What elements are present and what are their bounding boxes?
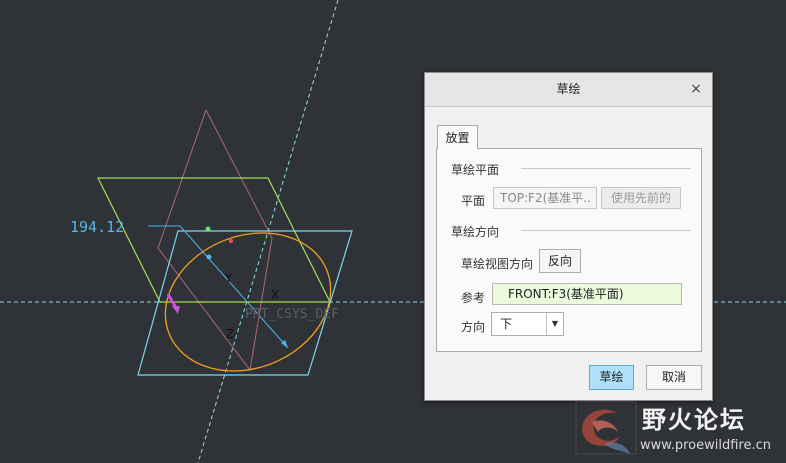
axis-label-y: Y bbox=[224, 271, 233, 285]
dimension-handle[interactable] bbox=[206, 254, 212, 260]
csys-label: PRT_CSYS_DEF bbox=[245, 307, 339, 322]
tab-placement[interactable]: 放置 bbox=[437, 125, 478, 149]
sketch-dialog: 草绘 × 放置 草绘平面 平面 TOP:F2(基准平.. 使用先前的 草绘方向 … bbox=[424, 72, 713, 401]
watermark-logo bbox=[575, 401, 637, 455]
plane-label: 平面 bbox=[461, 194, 486, 208]
sketch-orientation-group-title: 草绘方向 bbox=[451, 225, 500, 239]
drag-handle-red[interactable] bbox=[228, 238, 234, 244]
dialog-title: 草绘 bbox=[556, 82, 581, 96]
reference-label: 参考 bbox=[461, 291, 486, 305]
sketch-plane-group-title: 草绘平面 bbox=[451, 163, 500, 177]
direction-arrow-head[interactable] bbox=[172, 306, 180, 314]
direction-arrow-line bbox=[166, 293, 178, 309]
watermark-title: 野火论坛 bbox=[642, 405, 746, 434]
plane-field[interactable]: TOP:F2(基准平.. bbox=[493, 187, 597, 209]
placement-panel: 草绘平面 平面 TOP:F2(基准平.. 使用先前的 草绘方向 草绘视图方向 反… bbox=[436, 148, 702, 352]
axis-label-x: X bbox=[271, 288, 279, 302]
axis-label-z: Z bbox=[226, 327, 234, 341]
orientation-label: 方向 bbox=[461, 320, 486, 334]
sketch-plane-separator bbox=[521, 168, 691, 169]
orientation-dropdown[interactable]: 下 ▼ bbox=[491, 312, 564, 336]
chevron-down-icon[interactable]: ▼ bbox=[546, 313, 563, 335]
orientation-value: 下 bbox=[500, 317, 513, 331]
view-direction-label: 草绘视图方向 bbox=[461, 257, 534, 271]
sketch-button[interactable]: 草绘 bbox=[589, 365, 634, 390]
close-icon[interactable]: × bbox=[688, 81, 704, 97]
drag-handle-green[interactable] bbox=[205, 226, 211, 232]
flip-button[interactable]: 反向 bbox=[539, 249, 581, 273]
dimension-value[interactable]: 194.12 bbox=[70, 218, 124, 236]
use-previous-button[interactable]: 使用先前的 bbox=[601, 187, 681, 209]
sketch-orientation-separator bbox=[521, 230, 691, 231]
dialog-titlebar[interactable]: 草绘 × bbox=[425, 73, 712, 107]
cancel-button[interactable]: 取消 bbox=[646, 365, 702, 390]
datum-plane-right[interactable] bbox=[137, 230, 353, 376]
reference-field[interactable]: FRONT:F3(基准平面) bbox=[492, 283, 682, 305]
watermark: 野火论坛 www.proewildfire.cn bbox=[572, 398, 786, 463]
watermark-url: www.proewildfire.cn bbox=[640, 438, 771, 453]
